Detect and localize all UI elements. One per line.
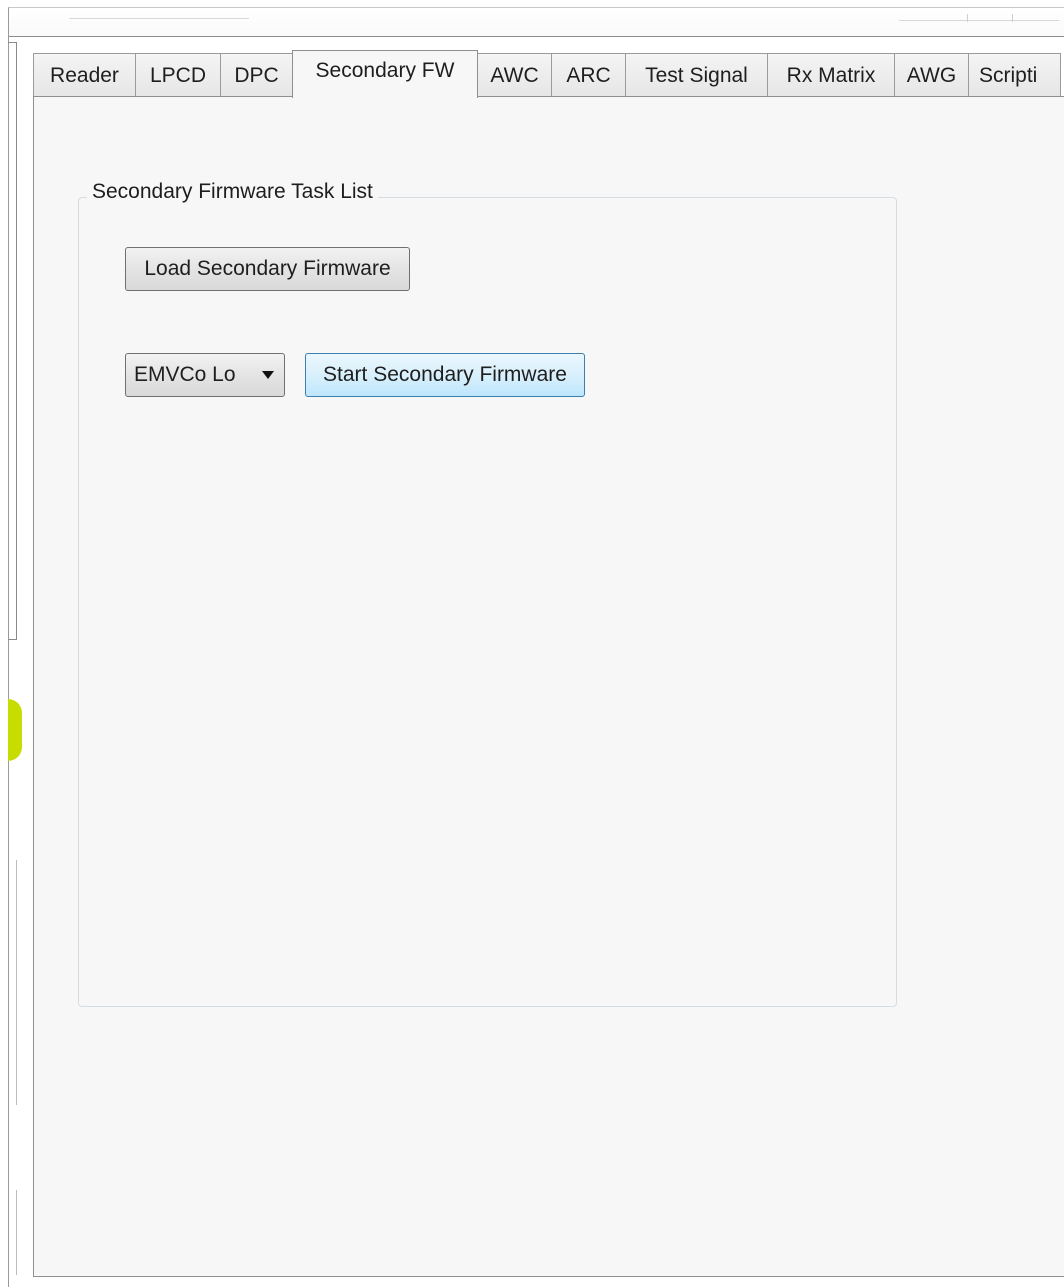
task-list-group [78, 197, 897, 1007]
tab-awg[interactable]: AWG [894, 53, 969, 97]
chevron-down-icon [262, 371, 274, 379]
tab-rx-matrix[interactable]: Rx Matrix [767, 53, 895, 97]
tab-arc[interactable]: ARC [551, 53, 626, 97]
left-panel-rail [10, 1190, 17, 1275]
group-title: Secondary Firmware Task List [87, 179, 378, 205]
tab-secondary-fw[interactable]: Secondary FW [292, 50, 478, 98]
tab-strip: Reader LPCD DPC Secondary FW AWC ARC Tes… [33, 50, 1061, 98]
start-secondary-firmware-button[interactable]: Start Secondary Firmware [305, 353, 585, 397]
tab-scripting[interactable]: Scripti [968, 53, 1061, 97]
left-panel-rail [10, 860, 17, 1105]
secondary-fw-panel: Secondary Firmware Task List Load Second… [33, 96, 1064, 1277]
load-secondary-firmware-button[interactable]: Load Secondary Firmware [125, 247, 410, 291]
tab-test-signal[interactable]: Test Signal [625, 53, 768, 97]
tab-control: Reader LPCD DPC Secondary FW AWC ARC Tes… [33, 50, 1064, 1277]
tab-awc[interactable]: AWC [477, 53, 552, 97]
title-strip [9, 8, 1064, 37]
strip-tick [1012, 14, 1013, 22]
firmware-mode-select[interactable]: EMVCo Lo [125, 353, 285, 397]
status-indicator [8, 699, 22, 761]
strip-divider [69, 18, 249, 19]
tab-dpc[interactable]: DPC [220, 53, 293, 97]
left-panel-edge [8, 42, 17, 640]
tab-lpcd[interactable]: LPCD [135, 53, 221, 97]
tab-reader[interactable]: Reader [33, 53, 136, 97]
strip-tick [967, 14, 968, 22]
strip-divider [899, 20, 1059, 21]
select-value: EMVCo Lo [134, 363, 236, 386]
